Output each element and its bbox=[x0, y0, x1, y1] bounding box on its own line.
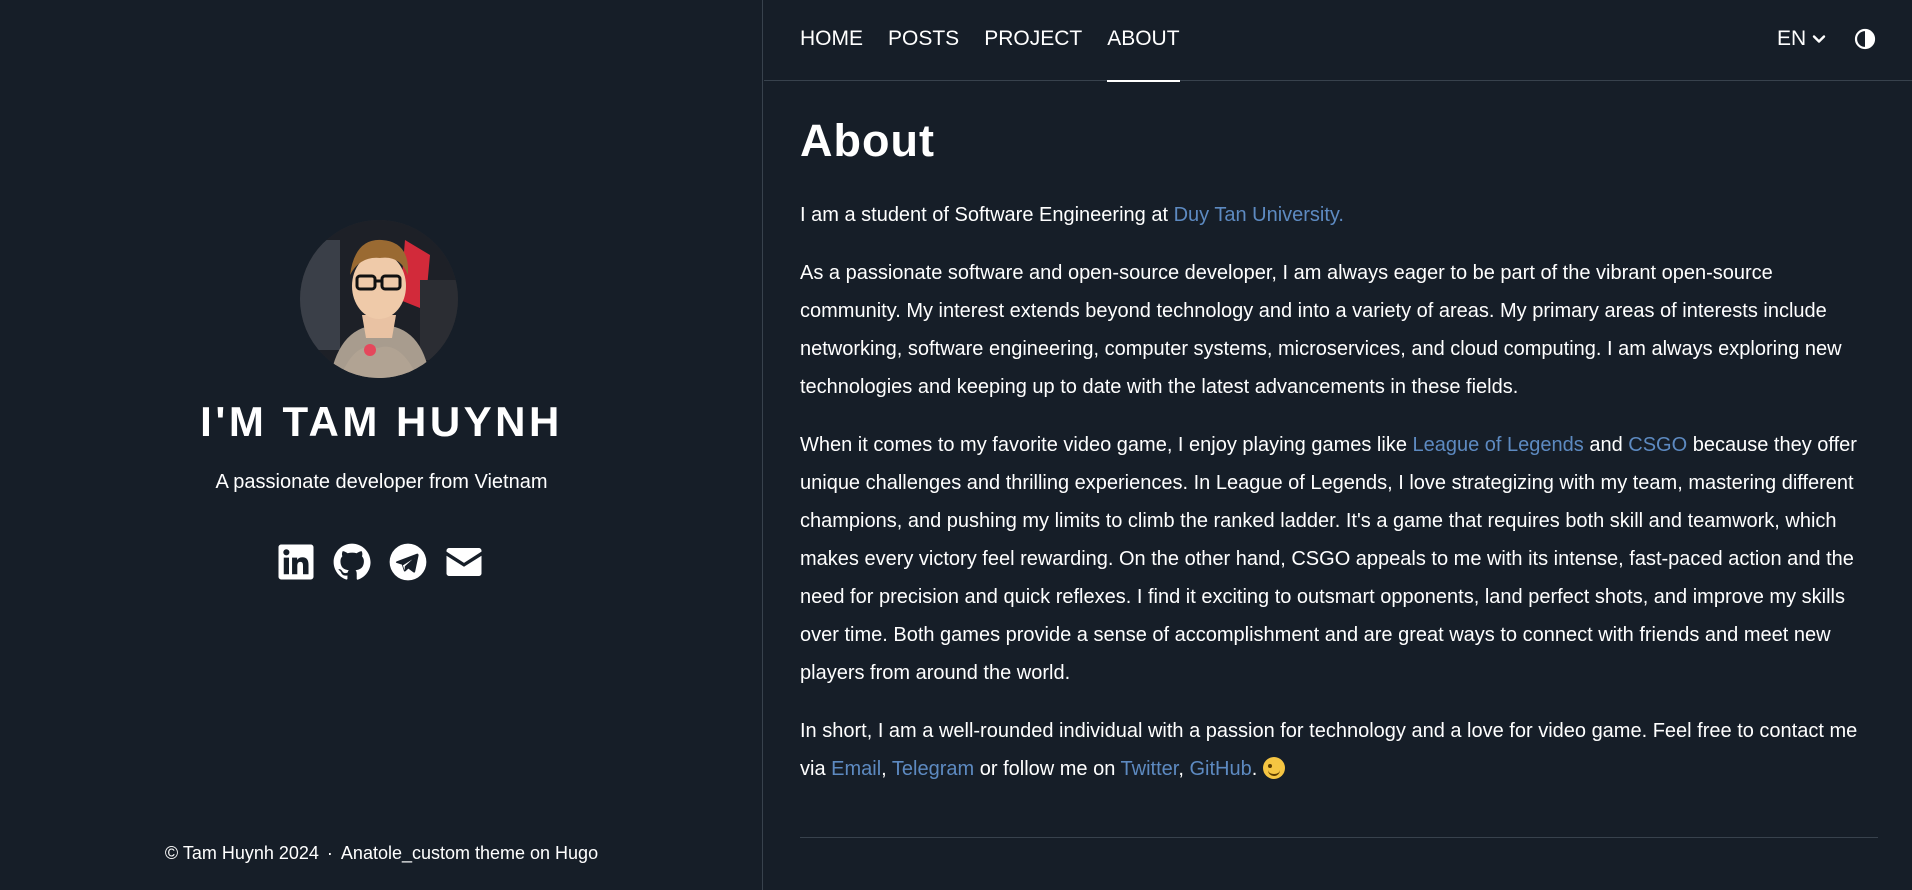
csgo-link[interactable]: CSGO bbox=[1628, 434, 1687, 456]
top-navigation: HOME POSTS PROJECT ABOUT bbox=[764, 0, 1912, 82]
theme-credit: Anatole_custom theme on Hugo bbox=[340, 843, 599, 863]
linkedin-icon[interactable] bbox=[275, 541, 317, 583]
github-link[interactable]: GitHub bbox=[1189, 758, 1251, 780]
nav-posts[interactable]: POSTS bbox=[888, 0, 959, 81]
contact-sep-2: , bbox=[1178, 758, 1190, 780]
games-paragraph: When it comes to my favorite video game,… bbox=[800, 426, 1878, 692]
contact-text-2: or follow me on bbox=[974, 758, 1121, 780]
email-icon[interactable] bbox=[443, 541, 485, 583]
social-links bbox=[275, 540, 485, 584]
about-content: About I am a student of Software Enginee… bbox=[800, 81, 1878, 788]
intro-text: I am a student of Software Engineering a… bbox=[800, 204, 1174, 226]
contact-paragraph: In short, I am a well-rounded individual… bbox=[800, 712, 1878, 788]
theme-toggle-icon[interactable] bbox=[1854, 28, 1876, 50]
interests-paragraph: As a passionate software and open-source… bbox=[800, 262, 1842, 398]
profile-name: I'M TAM HUYNH bbox=[200, 398, 563, 445]
sidebar-footer: © Tam Huynh 2024 · Anatole_custom theme on… bbox=[0, 843, 763, 864]
games-text-1: When it comes to my favorite video game,… bbox=[800, 434, 1413, 456]
contact-sep-1: , bbox=[881, 758, 892, 780]
avatar bbox=[300, 220, 458, 378]
profile-tagline: A passionate developer from Vietnam bbox=[215, 471, 548, 493]
content-divider bbox=[800, 837, 1878, 838]
university-link[interactable]: Duy Tan University. bbox=[1174, 204, 1344, 226]
intro-paragraph: I am a student of Software Engineering a… bbox=[800, 196, 1878, 234]
chevron-down-icon bbox=[1812, 35, 1826, 43]
language-selector[interactable]: EN bbox=[1777, 25, 1826, 53]
email-link[interactable]: Email bbox=[831, 758, 881, 780]
contact-text-3: . bbox=[1251, 758, 1258, 780]
twitter-link[interactable]: Twitter bbox=[1121, 758, 1179, 780]
avatar-photo bbox=[300, 220, 458, 378]
wink-emoji-icon bbox=[1263, 757, 1286, 779]
nav-project[interactable]: PROJECT bbox=[984, 0, 1082, 81]
league-of-legends-link[interactable]: League of Legends bbox=[1413, 434, 1584, 456]
games-text-3: because they offer unique challenges and… bbox=[800, 434, 1857, 684]
page-title: About bbox=[800, 115, 935, 166]
nav-home[interactable]: HOME bbox=[800, 0, 863, 81]
footer-separator: · bbox=[326, 843, 333, 863]
main-menu: HOME POSTS PROJECT ABOUT bbox=[800, 0, 1205, 82]
language-label: EN bbox=[1777, 27, 1807, 50]
telegram-icon[interactable] bbox=[387, 541, 429, 583]
profile-sidebar: I'M TAM HUYNH A passionate developer fro… bbox=[0, 0, 763, 890]
nav-about[interactable]: ABOUT bbox=[1107, 0, 1180, 82]
copyright-text: © Tam Huynh 2024 bbox=[164, 843, 319, 863]
telegram-link[interactable]: Telegram bbox=[892, 758, 974, 780]
github-icon[interactable] bbox=[331, 541, 373, 583]
games-text-2: and bbox=[1583, 434, 1629, 456]
